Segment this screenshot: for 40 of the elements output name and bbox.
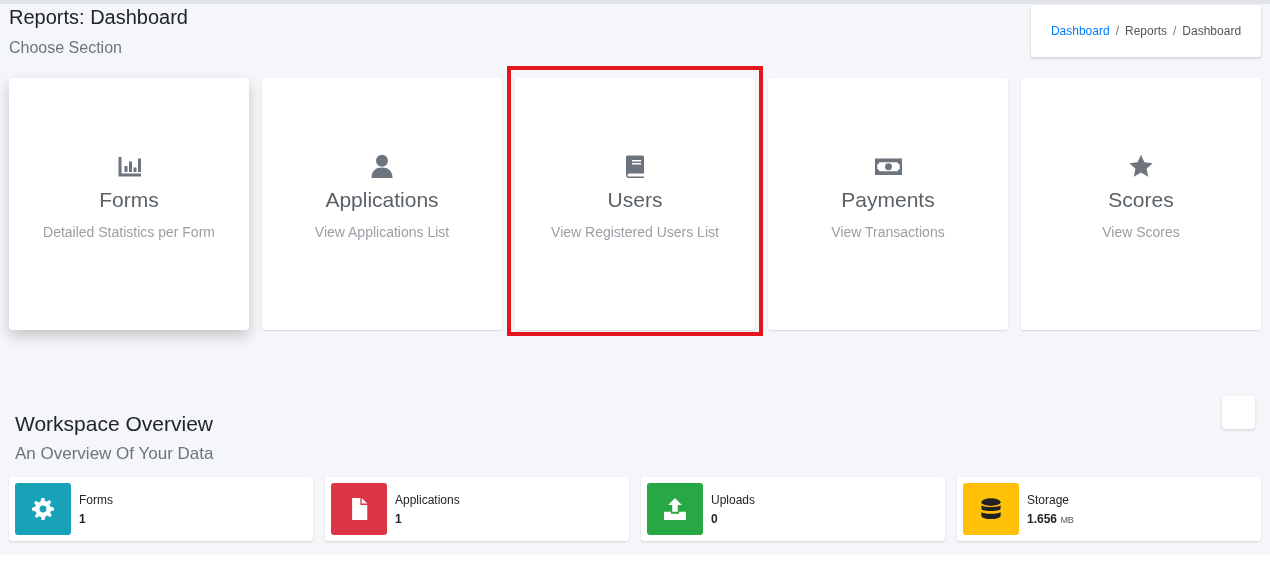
breadcrumb-item: Reports [1125,24,1167,38]
card-title: Payments [841,188,935,212]
database-icon [980,498,1002,520]
gear-icon [32,498,54,520]
card-title: Applications [325,188,439,212]
section-card[interactable]: Forms Detailed Statistics per Form [9,78,249,330]
section-card[interactable]: Users View Registered Users List [515,78,755,330]
stat-label: Uploads [711,492,756,507]
stat-label: Applications [395,492,460,507]
section-card[interactable]: Scores View Scores [1021,78,1261,330]
page-title: Reports: Dashboard [9,6,188,29]
breadcrumb-separator: / [1115,24,1119,38]
card-subtitle: View Scores [1102,224,1180,240]
stat-value: 0 [711,511,719,526]
breadcrumb-separator: / [1173,24,1177,38]
stat-label: Storage [1027,492,1071,507]
page-subtitle: Choose Section [9,39,123,57]
section-title: Workspace Overview [15,412,214,436]
stat-value: 1.656 MB [1027,511,1074,526]
stat-value: 1 [79,511,87,526]
section-card[interactable]: Payments View Transactions [768,78,1008,330]
stat-label: Forms [79,492,113,507]
section-card[interactable]: Applications View Applications List [262,78,502,330]
card-title: Users [607,188,663,212]
breadcrumb-link[interactable]: Dashboard [1050,24,1110,38]
star-icon [1129,154,1153,178]
breadcrumb-item: Dashboard [1182,24,1242,38]
section-subtitle: An Overview Of Your Data [15,444,214,464]
upload-icon [664,498,686,520]
card-title: Forms [99,188,159,212]
card-subtitle: Detailed Statistics per Form [43,224,215,240]
user-icon [370,154,394,178]
stat-value: 1 [395,511,403,526]
square-button[interactable] [1222,396,1255,429]
book-icon [623,154,647,178]
card-title: Scores [1108,188,1174,212]
card-subtitle: View Registered Users List [551,224,719,240]
card-subtitle: View Applications List [314,224,450,240]
bar-chart-icon [117,154,141,178]
card-subtitle: View Transactions [831,224,945,240]
